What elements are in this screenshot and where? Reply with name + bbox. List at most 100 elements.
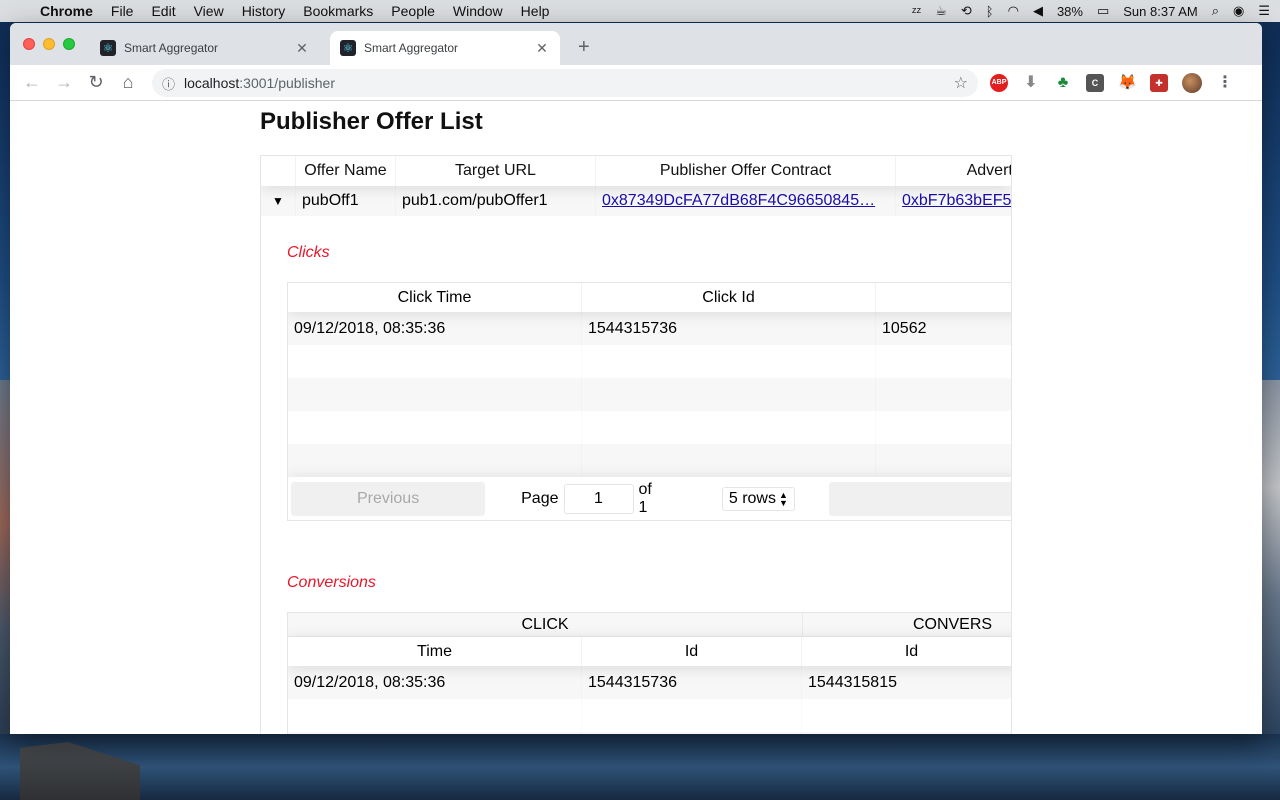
header-target-url[interactable]: Target URL (396, 156, 596, 186)
header-expander (261, 156, 296, 186)
page-title: Publisher Offer List (260, 108, 483, 135)
tab-smart-aggregator-2[interactable]: ⚛ Smart Aggregator ✕ (330, 31, 560, 65)
notification-center-icon[interactable]: ☰ (1258, 3, 1270, 19)
header-offer-name[interactable]: Offer Name (296, 156, 396, 186)
battery-percent[interactable]: 38% (1057, 4, 1083, 19)
header-advertiser[interactable]: Advertis (896, 156, 1011, 186)
volume-icon[interactable]: ◀ (1033, 3, 1043, 19)
table-row (288, 345, 1011, 378)
site-info-icon[interactable]: ⓘ (162, 74, 182, 93)
cell-advertiser: 0xbF7b63bEF5 (896, 186, 1011, 216)
window-controls (23, 38, 83, 50)
menu-file[interactable]: File (111, 3, 134, 19)
mac-menubar: Chrome File Edit View History Bookmarks … (0, 0, 1280, 22)
time-machine-icon[interactable]: ⟲ (961, 3, 972, 19)
clock[interactable]: Sun 8:37 AM (1123, 4, 1197, 19)
header-user[interactable]: Us (876, 283, 1011, 312)
extensions-area: ABP ⬇ ♣ C 🦊 ✚ ⋮ (990, 73, 1234, 93)
menu-help[interactable]: Help (521, 3, 550, 19)
cell-user: 10562 (882, 320, 927, 337)
desktop-wallpaper-left (0, 380, 10, 740)
close-tab-icon[interactable]: ✕ (534, 40, 550, 57)
adblock-plus-icon[interactable]: ABP (990, 74, 1008, 92)
group-header-conversion: CONVERS (803, 613, 1011, 636)
table-row (288, 732, 1011, 734)
forward-arrow-icon[interactable]: → (48, 72, 80, 93)
react-favicon-icon: ⚛ (340, 40, 356, 56)
select-arrows-icon: ▲ ▼ (778, 489, 788, 508)
table-row (288, 411, 1011, 444)
tab-title: Smart Aggregator (364, 41, 459, 55)
page-label: Page (521, 489, 559, 507)
reload-icon[interactable]: ↻ (80, 72, 112, 93)
menu-edit[interactable]: Edit (151, 3, 175, 19)
offers-table-header: Offer Name Target URL Publisher Offer Co… (261, 156, 1011, 186)
header-click-id[interactable]: Click Id (582, 283, 876, 312)
close-tab-icon[interactable]: ✕ (294, 40, 310, 57)
previous-page-button[interactable]: Previous (291, 481, 486, 516)
header-conversion-id[interactable]: Id (802, 637, 1011, 666)
desktop-wallpaper-right (1262, 380, 1280, 740)
red-extension-icon[interactable]: ✚ (1150, 74, 1168, 92)
bluetooth-icon[interactable]: ᛒ (986, 4, 994, 19)
menu-app-name[interactable]: Chrome (40, 3, 93, 19)
menu-people[interactable]: People (391, 3, 435, 19)
rows-per-page-select[interactable]: 5 rows ▲ ▼ (721, 486, 795, 511)
cell-click-id (582, 411, 876, 444)
siri-icon[interactable]: ◉ (1233, 3, 1244, 19)
close-window-button[interactable] (23, 38, 35, 50)
url-text[interactable]: localhost:3001/publisher (182, 75, 954, 91)
address-bar[interactable]: ⓘ localhost:3001/publisher ☆ (152, 69, 978, 97)
cell-publisher-contract: 0x87349DcFA77dB68F4C96650845… (596, 186, 896, 216)
menu-view[interactable]: View (194, 3, 224, 19)
cell-conversion-id: 1544315815 (808, 674, 897, 691)
back-arrow-icon[interactable]: ← (16, 72, 48, 93)
chrome-menu-icon[interactable]: ⋮ (1216, 74, 1234, 92)
page-number-input[interactable] (563, 483, 634, 514)
offer-subcomponent: Clicks Click Time Click Id Us 09/12/2018… (261, 241, 1011, 734)
cell-click-id (582, 699, 802, 732)
new-tab-button[interactable]: + (578, 37, 590, 57)
row-expander-icon[interactable]: ▼ (261, 186, 296, 216)
cell-offer-name: pubOff1 (302, 192, 359, 209)
c-extension-icon[interactable]: C (1086, 74, 1104, 92)
rows-per-page-value: 5 rows (728, 489, 776, 507)
clicks-section-title: Clicks (287, 244, 330, 261)
conversions-section-title: Conversions (287, 574, 376, 591)
group-header-click: CLICK (288, 613, 803, 636)
wifi-icon[interactable]: ◠ (1008, 3, 1019, 19)
header-click-id[interactable]: Id (582, 637, 802, 666)
minimize-window-button[interactable] (43, 38, 55, 50)
profile-avatar[interactable] (1182, 73, 1202, 93)
tab-smart-aggregator-1[interactable]: ⚛ Smart Aggregator ✕ (90, 31, 320, 65)
metamask-fox-icon[interactable]: 🦊 (1118, 74, 1137, 92)
home-icon[interactable]: ⌂ (112, 72, 144, 93)
menu-history[interactable]: History (242, 3, 286, 19)
battery-icon[interactable]: ▭ (1097, 3, 1109, 19)
menu-window[interactable]: Window (453, 3, 503, 19)
cell-click-time: 09/12/2018, 08:35:36 (294, 320, 446, 337)
sleep-icon[interactable]: ᶻᶻ (912, 4, 921, 19)
publisher-contract-link[interactable]: 0x87349DcFA77dB68F4C96650845… (602, 192, 875, 209)
clicks-pagination: Previous Page of 1 5 rows ▲▼ (288, 477, 1011, 520)
cell-user (876, 345, 1011, 378)
spotlight-search-icon[interactable]: ⌕ (1212, 3, 1219, 19)
next-page-button[interactable] (828, 481, 1011, 516)
table-row: 09/12/2018, 08:35:36 1544315736 15443158… (288, 666, 1011, 699)
cell-click-time (288, 732, 582, 734)
cell-conversion-id (802, 699, 1011, 732)
clicks-table-body: 09/12/2018, 08:35:36 1544315736 10562 (288, 312, 1011, 477)
zoom-window-button[interactable] (63, 38, 75, 50)
advertiser-contract-link[interactable]: 0xbF7b63bEF5 (902, 192, 1011, 209)
header-click-time[interactable]: Time (288, 637, 582, 666)
clover-extension-icon[interactable]: ♣ (1054, 74, 1072, 92)
cell-conversion-id (802, 732, 1011, 734)
bookmark-star-icon[interactable]: ☆ (954, 73, 968, 93)
menu-bookmarks[interactable]: Bookmarks (303, 3, 373, 19)
header-click-time[interactable]: Click Time (288, 283, 582, 312)
header-publisher-offer-contract[interactable]: Publisher Offer Contract (596, 156, 896, 186)
table-row (288, 444, 1011, 477)
clicks-table: Click Time Click Id Us 09/12/2018, 08:35… (287, 282, 1011, 521)
download-arrow-icon[interactable]: ⬇ (1022, 74, 1040, 92)
coffee-icon[interactable]: ☕ (935, 3, 947, 19)
